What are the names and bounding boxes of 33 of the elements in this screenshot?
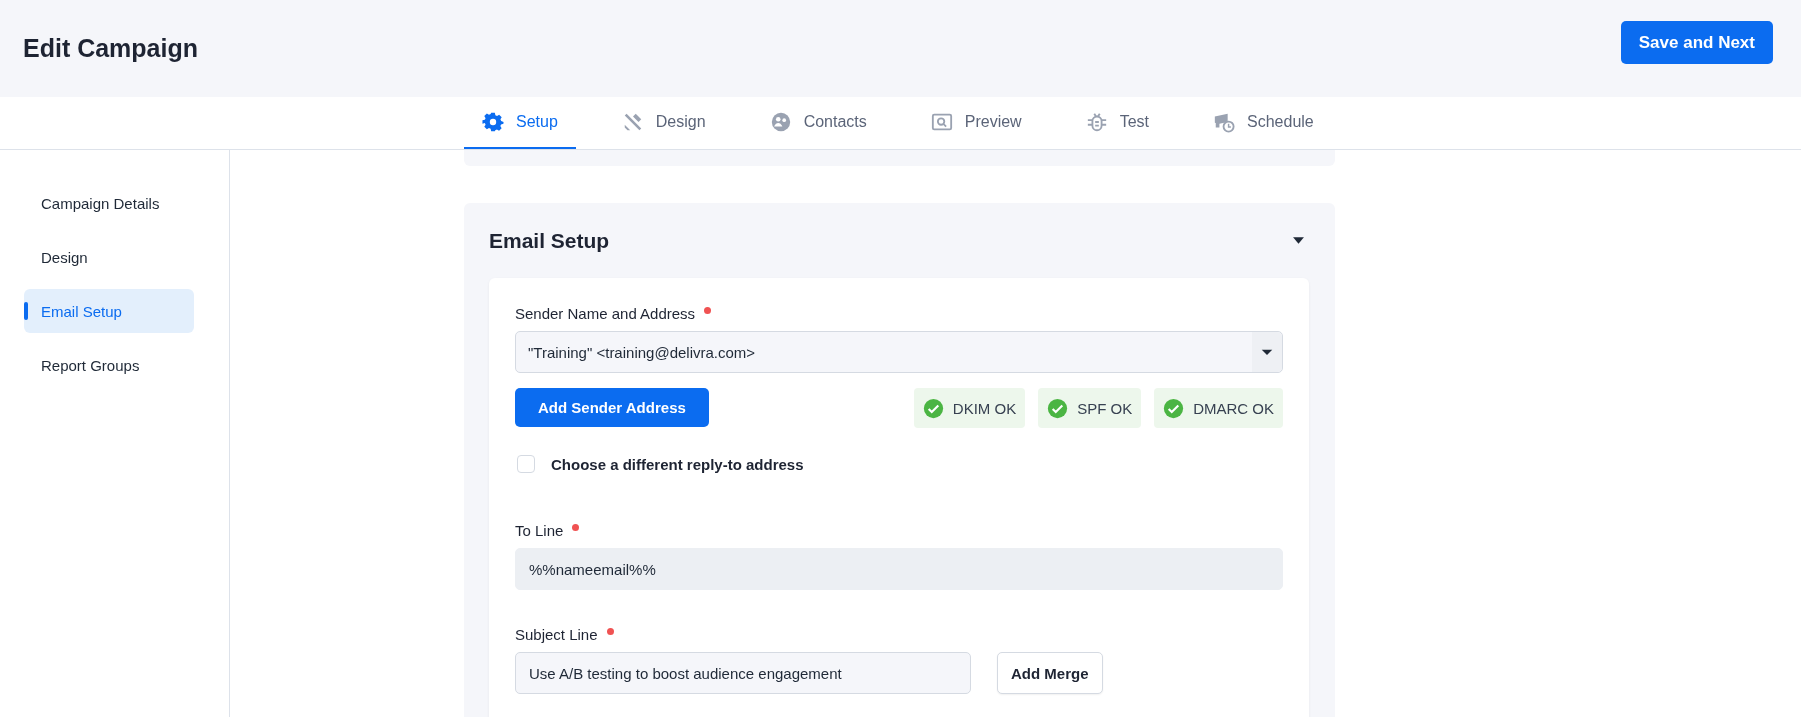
megaphone-clock-icon xyxy=(1213,111,1235,133)
add-sender-address-button[interactable]: Add Sender Address xyxy=(515,388,709,427)
tab[interactable]: Contacts xyxy=(751,97,885,149)
caret-icon[interactable] xyxy=(1292,236,1305,245)
field-label: Sender Name and Address xyxy=(515,304,696,322)
check-circle-icon xyxy=(1163,397,1185,419)
tab[interactable]: Schedule xyxy=(1195,97,1332,149)
status-badge: DKIM OK xyxy=(913,388,1026,428)
save-and-next-button[interactable]: Save and Next xyxy=(1620,21,1773,64)
section-title: Email Setup xyxy=(489,228,610,253)
magnifier-frame-icon xyxy=(930,111,953,133)
people-icon xyxy=(769,111,792,133)
sidebar-item[interactable]: Campaign Details xyxy=(24,181,194,225)
field-label: To Line xyxy=(515,521,564,539)
bug-icon xyxy=(1085,111,1108,133)
tab[interactable]: Test xyxy=(1067,97,1167,149)
sidebar-item[interactable]: Email Setup xyxy=(24,289,194,333)
sidebar-item[interactable]: Report Groups xyxy=(24,343,194,387)
check-circle-icon xyxy=(922,397,944,419)
gear-icon xyxy=(482,111,504,133)
tab[interactable]: Design xyxy=(603,97,724,149)
text-field[interactable]: Use A/B testing to boost audience engagement xyxy=(515,652,971,694)
checkbox-label: Choose a different reply-to address xyxy=(551,455,804,473)
field-label: Subject Line xyxy=(515,625,598,643)
status-badge: SPF OK xyxy=(1038,388,1142,428)
checkbox[interactable] xyxy=(517,455,535,473)
page-title: Edit Campaign xyxy=(23,34,198,63)
sidebar-item[interactable]: Design xyxy=(24,235,194,279)
check-circle-icon xyxy=(1047,397,1069,419)
tab[interactable]: Preview xyxy=(912,97,1040,149)
sender-select[interactable]: "Training" <training@delivra.com> xyxy=(515,331,1283,373)
status-badge: DMARC OK xyxy=(1154,388,1283,428)
add-merge-button[interactable]: Add Merge xyxy=(997,652,1103,694)
